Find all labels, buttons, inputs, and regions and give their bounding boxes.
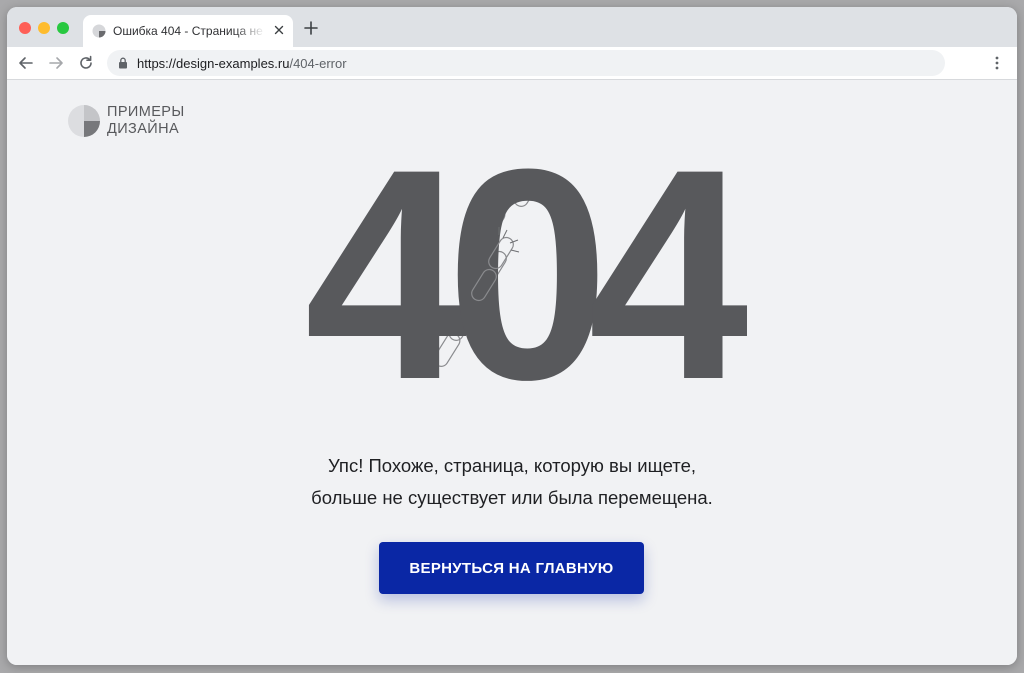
url-host: https://design-examples.ru <box>137 56 290 71</box>
url-text: https://design-examples.ru/404-error <box>137 56 347 71</box>
arrow-left-icon[interactable] <box>17 54 35 72</box>
error-message-line-1: Упс! Похоже, страница, которую вы ищете, <box>328 455 696 476</box>
arrow-right-icon[interactable] <box>47 54 65 72</box>
plus-icon[interactable] <box>303 20 319 36</box>
url-path: /404-error <box>289 56 347 71</box>
logo-icon[interactable] <box>67 104 101 138</box>
back-to-home-button[interactable]: ВЕРНУТЬСЯ НА ГЛАВНУЮ <box>379 542 644 594</box>
lock-icon <box>119 57 127 69</box>
logo-line-1: ПРИМЕРЫ <box>107 104 185 120</box>
tab-bar: Ошибка 404 - Страница не найдена <box>7 7 1017 47</box>
vertical-dots-icon[interactable] <box>989 55 1005 71</box>
logo-text[interactable]: ПРИМЕРЫ ДИЗАЙНА <box>107 104 185 138</box>
page-content: ПРИМЕРЫ ДИЗАЙНА 404 Упс! Похоже, страниц… <box>7 80 1017 665</box>
tab-title: Ошибка 404 - Страница не найдена <box>113 24 265 38</box>
error-code: 404 <box>305 150 748 400</box>
address-bar[interactable]: https://design-examples.ru/404-error <box>107 50 945 76</box>
error-message-line-2: больше не существует или была перемещена… <box>311 487 713 508</box>
favicon-icon <box>92 24 106 38</box>
error-message: Упс! Похоже, страница, которую вы ищете,… <box>212 450 812 514</box>
close-icon[interactable] <box>272 23 286 37</box>
close-window-button[interactable] <box>19 22 31 34</box>
maximize-window-button[interactable] <box>57 22 69 34</box>
reload-icon[interactable] <box>77 54 95 72</box>
browser-window: Ошибка 404 - Страница не найдена https:/… <box>7 7 1017 665</box>
error-code-illustration: 404 <box>305 150 748 400</box>
browser-toolbar: https://design-examples.ru/404-error <box>7 47 1017 80</box>
tab-active[interactable]: Ошибка 404 - Страница не найдена <box>83 15 293 47</box>
minimize-window-button[interactable] <box>38 22 50 34</box>
logo-line-2: ДИЗАЙНА <box>107 121 180 137</box>
